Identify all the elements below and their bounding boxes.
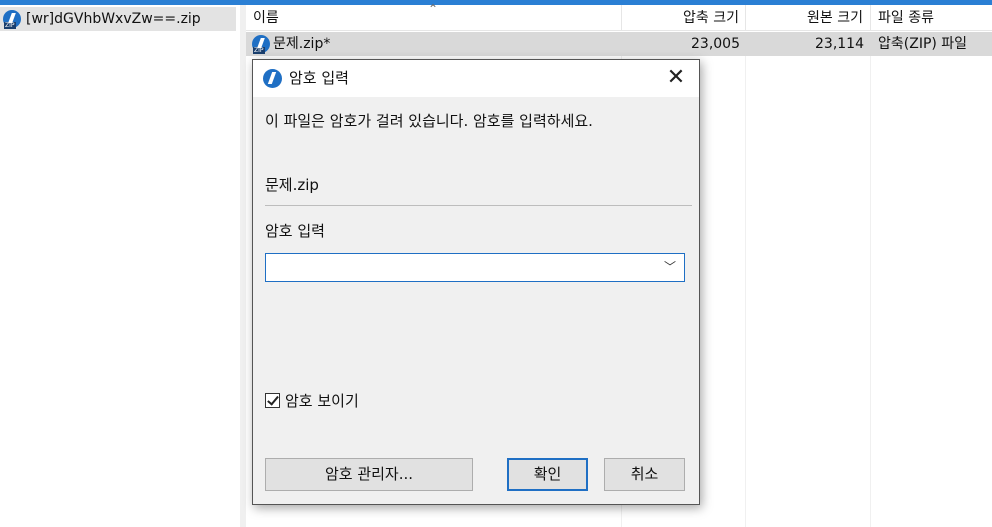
password-combobox[interactable]: ﹀ bbox=[265, 253, 685, 282]
dialog-titlebar[interactable]: 암호 입력 ✕ bbox=[253, 60, 699, 97]
dialog-file-name: 문제.zip bbox=[265, 176, 319, 194]
row-original-size: 23,114 bbox=[815, 36, 864, 52]
column-header-compressed-size[interactable]: 압축 크기 bbox=[621, 5, 739, 31]
show-password-label: 암호 보이기 bbox=[285, 392, 359, 410]
password-label: 암호 입력 bbox=[265, 222, 325, 240]
column-header-name[interactable]: 이름 bbox=[253, 5, 279, 31]
column-separator[interactable] bbox=[870, 5, 871, 31]
column-header-file-type[interactable]: 파일 종류 bbox=[878, 5, 934, 31]
close-icon[interactable]: ✕ bbox=[653, 60, 699, 97]
cancel-button[interactable]: 취소 bbox=[604, 458, 685, 491]
password-manager-button[interactable]: 암호 관리자... bbox=[265, 458, 473, 491]
chevron-down-icon[interactable]: ﹀ bbox=[664, 258, 676, 275]
column-header-original-size[interactable]: 원본 크기 bbox=[745, 5, 863, 31]
column-gridline bbox=[870, 32, 871, 527]
dialog-divider bbox=[265, 205, 692, 206]
row-compressed-size: 23,005 bbox=[691, 36, 740, 52]
password-dialog: 암호 입력 ✕ 이 파일은 암호가 걸려 있습니다. 암호를 입력하세요. 문제… bbox=[252, 59, 700, 505]
dialog-title: 암호 입력 bbox=[289, 69, 349, 87]
checkbox-checked-icon[interactable] bbox=[265, 393, 280, 408]
tree-item-label: [wr]dGVhbWxvZw==.zip bbox=[26, 11, 201, 27]
list-header: ⌃ 이름 압축 크기 원본 크기 파일 종류 bbox=[246, 2, 992, 31]
zip-file-icon: ZIP bbox=[252, 35, 270, 54]
column-gridline bbox=[745, 32, 746, 527]
ok-button[interactable]: 확인 bbox=[507, 458, 588, 491]
zip-file-icon: ZIP bbox=[3, 10, 21, 29]
row-file-type: 압축(ZIP) 파일 bbox=[878, 36, 968, 52]
folder-tree-panel: ZIP [wr]dGVhbWxvZw==.zip bbox=[0, 5, 240, 527]
row-name: 문제.zip* bbox=[273, 36, 331, 52]
table-row[interactable]: ZIP 문제.zip* 23,005 23,114 압축(ZIP) 파일 bbox=[246, 32, 992, 56]
app-logo-icon bbox=[263, 69, 282, 88]
show-password-checkbox[interactable]: 암호 보이기 bbox=[265, 390, 359, 411]
dialog-message: 이 파일은 암호가 걸려 있습니다. 암호를 입력하세요. bbox=[265, 112, 593, 130]
row-icon-wrap: ZIP bbox=[252, 35, 270, 54]
sort-ascending-icon: ⌃ bbox=[428, 2, 439, 16]
tree-item-archive[interactable]: ZIP [wr]dGVhbWxvZw==.zip bbox=[0, 7, 236, 31]
